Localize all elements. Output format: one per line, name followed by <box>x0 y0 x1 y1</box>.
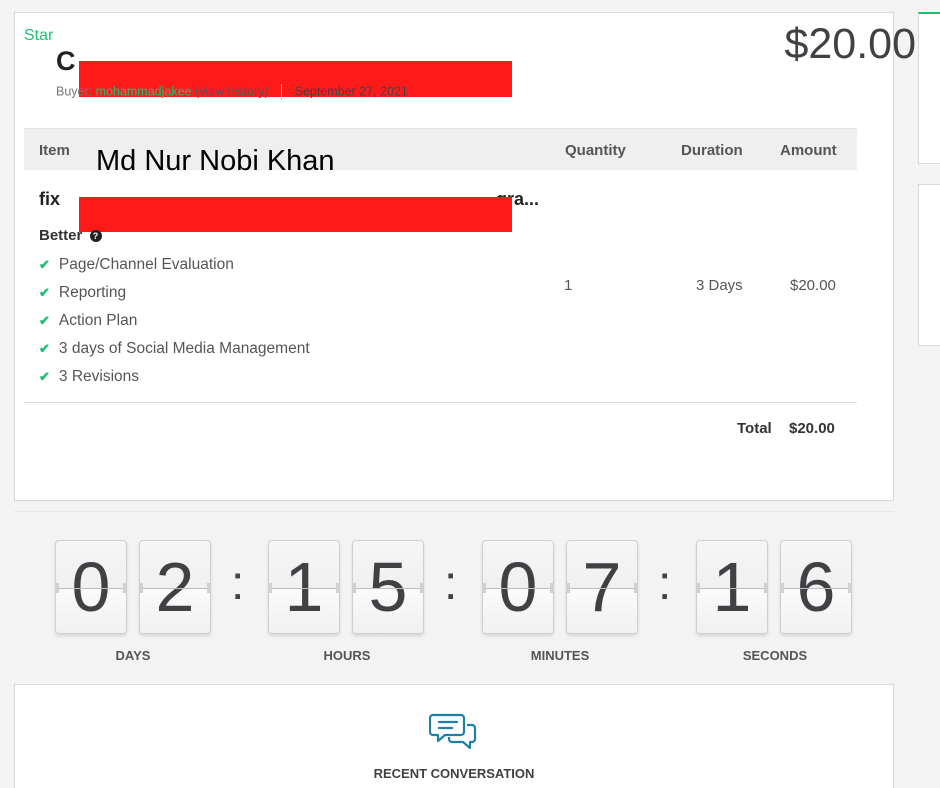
buyer-line: Buyer: mohammadjakee (view history) Sept… <box>56 84 408 100</box>
column-header-duration: Duration <box>681 142 743 159</box>
column-header-quantity: Quantity <box>565 142 626 159</box>
package-label: Better <box>39 227 83 244</box>
check-icon: ✔ <box>39 369 50 384</box>
duration-value: 3 Days <box>696 277 743 294</box>
countdown-label-hours: HOURS <box>323 648 371 663</box>
digit-value: 2 <box>155 548 195 626</box>
digit-value: 0 <box>498 548 538 626</box>
countdown-digit-days-ones: 2 <box>139 540 211 634</box>
feature-item: ✔ 3 days of Social Media Management <box>39 337 310 365</box>
digit-value: 6 <box>796 548 836 626</box>
total-value: $20.00 <box>789 420 835 437</box>
side-panel-middle <box>918 184 940 346</box>
column-header-item: Item <box>39 142 70 159</box>
view-history-link[interactable]: (view history) <box>195 84 269 98</box>
package-features-list: ✔ Page/Channel Evaluation ✔ Reporting ✔ Act… <box>39 253 310 393</box>
countdown-label-minutes: MINUTES <box>530 648 590 663</box>
recent-conversation-label[interactable]: RECENT CONVERSATION <box>0 766 908 781</box>
countdown-separator: : <box>444 557 458 610</box>
check-icon: ✔ <box>39 285 50 300</box>
digit-value: 0 <box>71 548 111 626</box>
feature-label: 3 days of Social Media Management <box>58 340 310 357</box>
feature-item: ✔ 3 Revisions <box>39 365 310 393</box>
digit-value: 1 <box>284 548 324 626</box>
countdown-digit-minutes-ones: 7 <box>566 540 638 634</box>
package-name: Better ? <box>39 227 102 244</box>
countdown-digit-seconds-tens: 1 <box>696 540 768 634</box>
table-divider <box>24 402 857 403</box>
digit-value: 1 <box>712 548 752 626</box>
feature-item: ✔ Page/Channel Evaluation <box>39 253 310 281</box>
quantity-value: 1 <box>564 277 573 294</box>
digit-value: 5 <box>368 548 408 626</box>
order-price: $20.00 <box>784 20 916 68</box>
feature-item: ✔ Action Plan <box>39 309 310 337</box>
feature-label: Action Plan <box>58 312 138 329</box>
countdown-separator: : <box>658 557 672 610</box>
countdown-digit-minutes-tens: 0 <box>482 540 554 634</box>
feature-label: Reporting <box>58 284 127 301</box>
order-date: September 27, 2021 <box>294 84 408 99</box>
chat-bubbles-icon[interactable] <box>428 711 479 756</box>
section-divider <box>14 511 894 512</box>
countdown-digit-hours-tens: 1 <box>268 540 340 634</box>
side-panel-top <box>918 12 940 164</box>
gig-title-start[interactable]: fix <box>39 189 60 210</box>
redaction-bar-gig-title <box>79 197 512 232</box>
countdown-digit-seconds-ones: 6 <box>780 540 852 634</box>
check-icon: ✔ <box>39 257 50 272</box>
amount-value: $20.00 <box>790 277 836 294</box>
help-icon[interactable]: ? <box>89 230 102 243</box>
column-header-amount: Amount <box>780 142 837 159</box>
buyer-name-link[interactable]: mohammadjakee <box>96 84 192 98</box>
feature-label: 3 Revisions <box>58 368 140 385</box>
seller-level-label: Star <box>24 27 54 44</box>
divider <box>281 84 283 100</box>
countdown-label-days: DAYS <box>115 648 151 663</box>
check-icon: ✔ <box>39 313 50 328</box>
countdown-label-seconds: SECONDS <box>742 648 808 663</box>
overlay-annotation-name: Md Nur Nobi Khan <box>96 145 335 177</box>
total-label: Total <box>737 420 772 437</box>
feature-item: ✔ Reporting <box>39 281 310 309</box>
buyer-prefix: Buyer: <box>56 84 93 99</box>
countdown-separator: : <box>231 557 245 610</box>
order-title[interactable]: C <box>56 46 76 77</box>
digit-value: 7 <box>582 548 622 626</box>
countdown-digit-days-tens: 0 <box>55 540 127 634</box>
check-icon: ✔ <box>39 341 50 356</box>
countdown-digit-hours-ones: 5 <box>352 540 424 634</box>
feature-label: Page/Channel Evaluation <box>58 256 234 273</box>
